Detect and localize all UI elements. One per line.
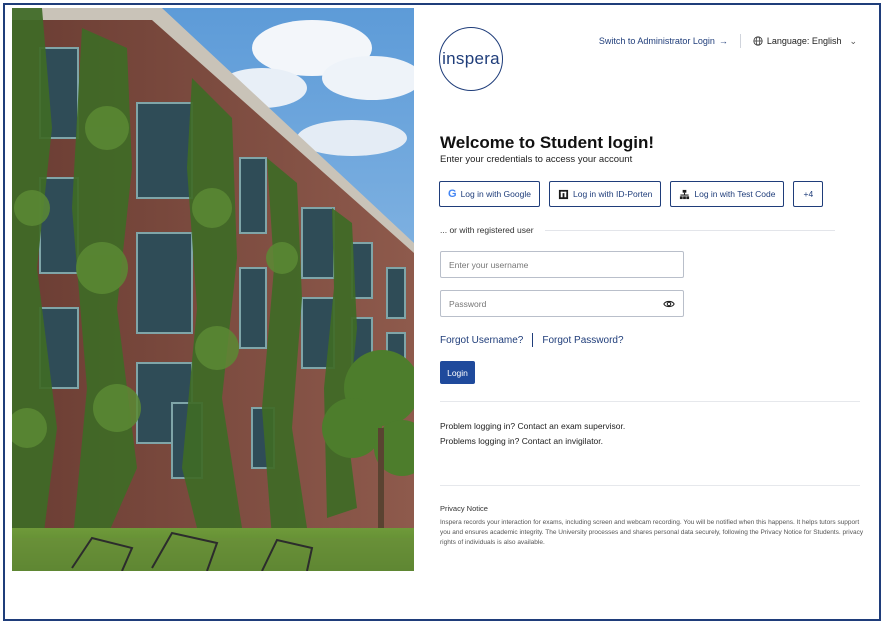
google-login-button[interactable]: G Log in with Google — [439, 181, 540, 207]
help-text-supervisor: Problem logging in? Contact an exam supe… — [440, 421, 626, 431]
section-divider — [440, 485, 860, 486]
google-icon: G — [448, 187, 457, 200]
forgot-links: Forgot Username? Forgot Password? — [440, 333, 624, 347]
password-placeholder: Password — [449, 298, 487, 309]
sso-buttons: G Log in with Google Log in with ID-Port… — [439, 181, 824, 207]
login-button-label: Login — [447, 367, 468, 378]
page-title: Welcome to Student login! — [440, 133, 655, 152]
more-options-label: +4 — [803, 189, 814, 199]
switch-admin-login-link[interactable]: Switch to Administrator Login → — [599, 36, 728, 46]
eye-icon[interactable] — [663, 298, 675, 310]
username-input[interactable]: Enter your username — [440, 251, 684, 278]
page-subtitle: Enter your credentials to access your ac… — [440, 154, 633, 165]
google-login-label: Log in with Google — [460, 189, 531, 199]
username-placeholder: Enter your username — [449, 259, 529, 270]
header-separator — [739, 34, 741, 48]
inspera-logo: inspera — [439, 27, 503, 91]
forgot-separator — [532, 333, 534, 347]
logo-text: inspera — [442, 49, 500, 68]
login-button[interactable]: Login — [440, 361, 475, 384]
id-porten-login-button[interactable]: Log in with ID-Porten — [548, 181, 662, 207]
login-window: inspera Switch to Administrator Login → … — [3, 3, 881, 621]
language-label: Language: English — [766, 36, 842, 46]
help-text-invigilator: Problems logging in? Contact an invigila… — [440, 436, 604, 446]
privacy-notice-title: Privacy Notice — [440, 504, 488, 513]
section-divider — [440, 401, 860, 402]
forgot-password-link[interactable]: Forgot Password? — [542, 335, 623, 346]
id-porten-login-label: Log in with ID-Porten — [572, 189, 653, 199]
chevron-down-icon: ⌄ — [849, 35, 857, 46]
test-code-login-label: Log in with Test Code — [694, 189, 776, 199]
language-selector[interactable]: Language: English ⌄ — [753, 36, 857, 47]
header-links: Switch to Administrator Login → Language… — [599, 34, 857, 48]
privacy-notice-text: Inspera records your interaction for exa… — [440, 519, 864, 546]
divider-label: ... or with registered user — [440, 225, 534, 235]
globe-icon — [753, 36, 763, 46]
password-input[interactable]: Password — [440, 290, 684, 317]
arrow-right-icon: → — [718, 36, 728, 46]
login-panel: inspera Switch to Administrator Login → … — [415, 5, 883, 619]
admin-link-label: Switch to Administrator Login — [598, 36, 715, 46]
id-porten-icon — [558, 189, 569, 199]
test-code-login-button[interactable]: Log in with Test Code — [670, 181, 785, 207]
more-login-options-button[interactable]: +4 — [793, 181, 824, 207]
test-code-icon — [680, 189, 690, 199]
divider-line — [545, 230, 835, 231]
forgot-username-link[interactable]: Forgot Username? — [440, 335, 523, 346]
campus-building-image — [12, 8, 414, 571]
